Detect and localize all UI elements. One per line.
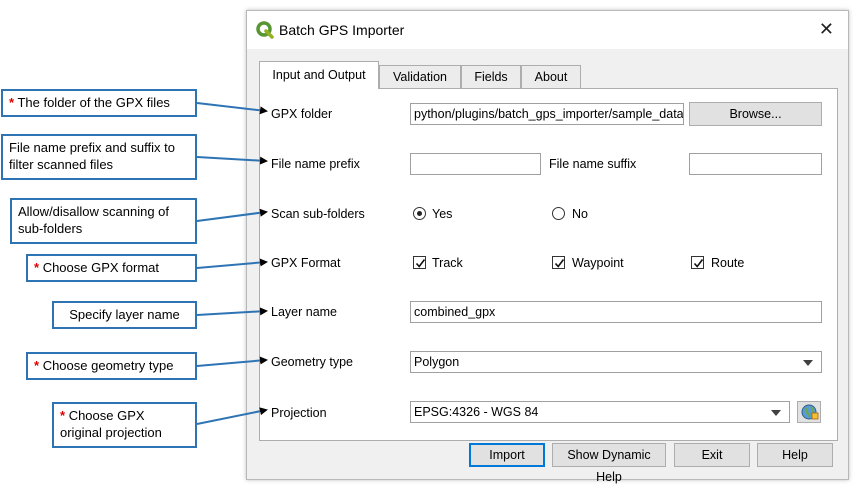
arrow-gpx-format (196, 258, 268, 269)
arrow-scan-subfolders (196, 208, 268, 222)
arrow-gpx-folder (196, 102, 268, 115)
arrow-layer-name (196, 307, 268, 316)
tab-input-output[interactable]: Input and Output (259, 61, 379, 89)
arrow-geometry-type (196, 356, 268, 367)
callout-arrows (196, 102, 268, 425)
arrow-file-prefix (196, 156, 268, 165)
arrow-projection (196, 407, 268, 425)
